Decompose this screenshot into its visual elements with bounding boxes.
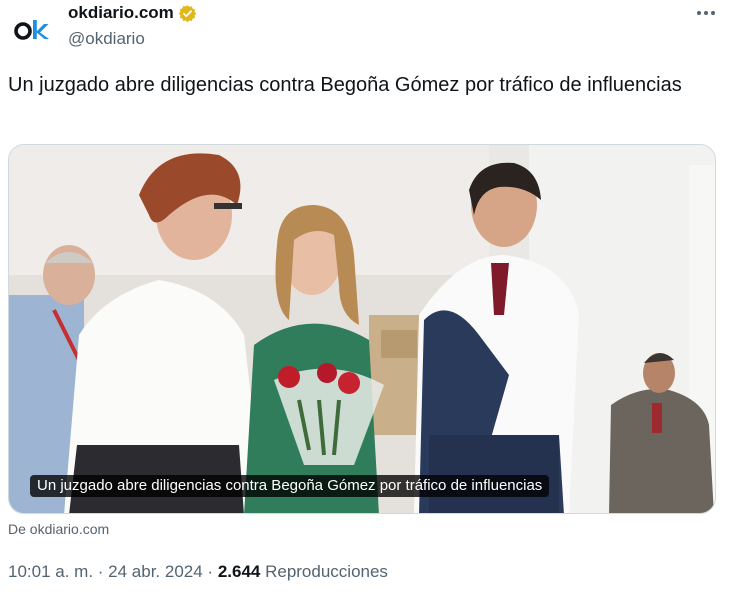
more-horizontal-icon xyxy=(697,11,715,15)
media-source-link[interactable]: De okdiario.com xyxy=(8,521,109,537)
media-caption: Un juzgado abre diligencias contra Begoñ… xyxy=(30,475,550,497)
avatar[interactable] xyxy=(10,8,54,52)
views-count[interactable]: 2.644 xyxy=(218,562,261,581)
author-handle[interactable]: @okdiario xyxy=(68,29,145,49)
author-display-name[interactable]: okdiario.com xyxy=(68,3,174,23)
meta-separator: · xyxy=(202,562,218,581)
tweet-time[interactable]: 10:01 a. m. xyxy=(8,562,93,581)
okdiario-logo xyxy=(14,20,49,40)
verified-badge-icon[interactable] xyxy=(178,4,197,23)
tweet-date[interactable]: 24 abr. 2024 xyxy=(108,562,203,581)
tweet-metadata: 10:01 a. m. · 24 abr. 2024 · 2.644 Repro… xyxy=(8,562,388,582)
author-name-row: okdiario.com xyxy=(68,3,197,23)
tweet-header: okdiario.com @okdiario xyxy=(0,0,750,60)
news-photo xyxy=(9,145,715,513)
tweet-text: Un juzgado abre diligencias contra Begoñ… xyxy=(8,74,682,96)
meta-separator: · xyxy=(93,562,109,581)
views-label: Reproducciones xyxy=(260,562,388,581)
more-options-button[interactable] xyxy=(694,3,718,23)
tweet-media[interactable]: Un juzgado abre diligencias contra Begoñ… xyxy=(8,144,716,514)
